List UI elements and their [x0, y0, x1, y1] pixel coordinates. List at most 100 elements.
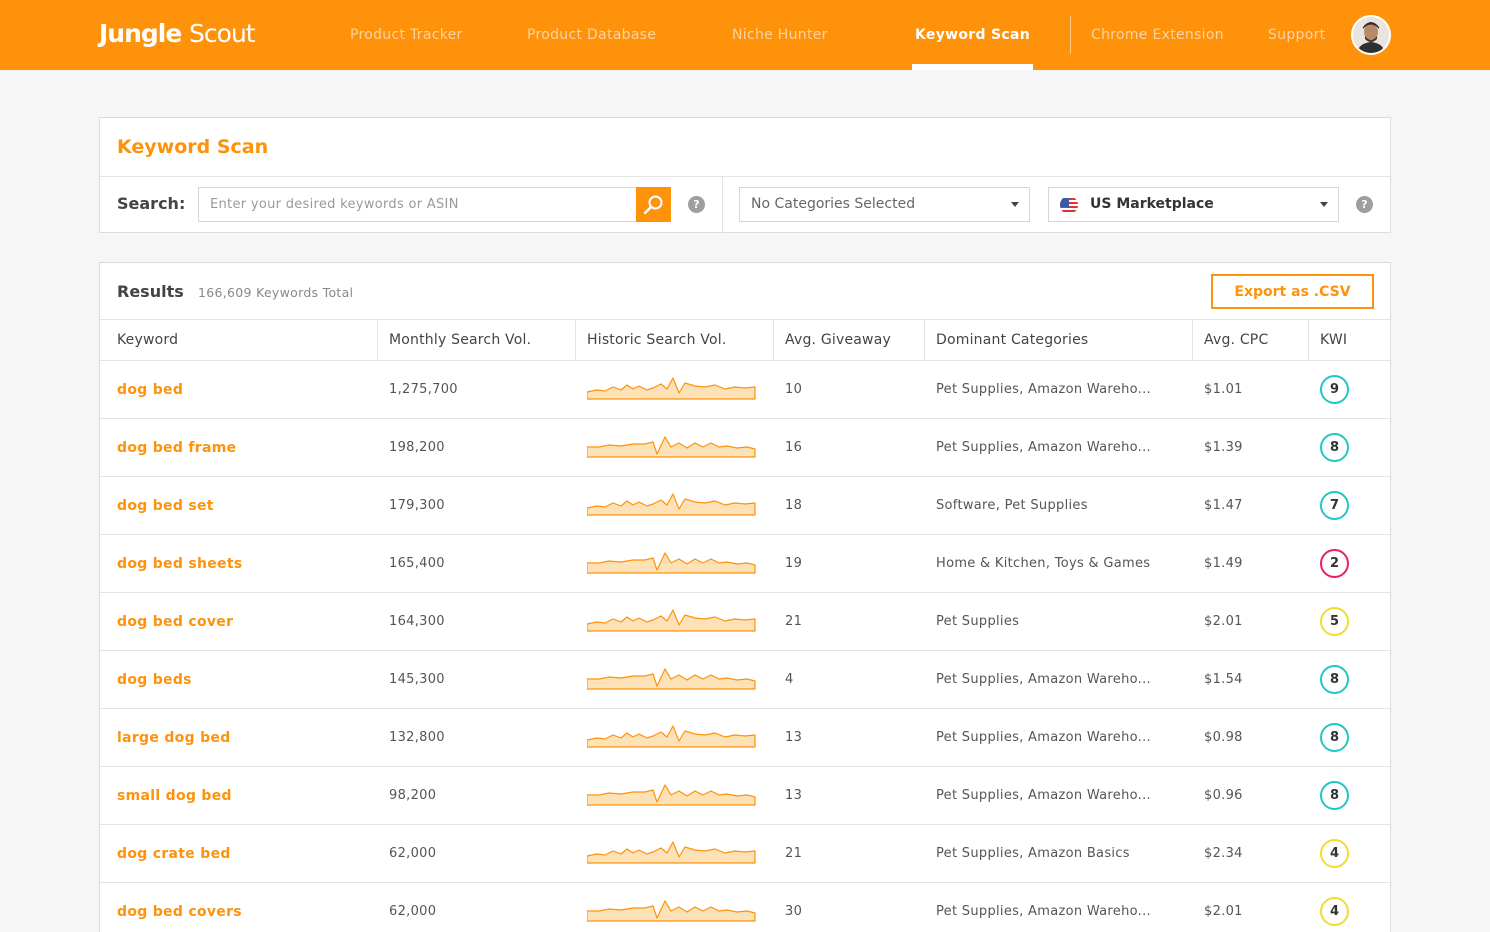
avg-cpc: $2.01	[1204, 614, 1243, 629]
dominant-categories: Pet Supplies, Amazon Wareho...	[936, 672, 1151, 687]
kwi-badge: 4	[1320, 839, 1349, 868]
avg-giveaway: 10	[785, 382, 803, 397]
column-header-keyword[interactable]: Keyword	[100, 320, 377, 361]
column-header-avg-giveaway[interactable]: Avg. Giveaway	[773, 320, 924, 361]
search-input[interactable]	[198, 187, 636, 222]
divider	[722, 176, 723, 233]
historic-search-sparkline[interactable]	[587, 491, 757, 521]
avg-giveaway: 13	[785, 788, 803, 803]
table-row[interactable]: dog bed cover 164,300 21 Pet Supplies $2.01 5	[100, 593, 1390, 651]
table-row[interactable]: dog bed covers 62,000 30 Pet Supplies, Amaz…	[100, 883, 1390, 932]
table-row[interactable]: dog bed sheets 165,400 19 Home & Kitchen, T…	[100, 535, 1390, 593]
table-row[interactable]: large dog bed 132,800 13 Pet Supplies, Amaz…	[100, 709, 1390, 767]
historic-search-sparkline[interactable]	[587, 607, 757, 637]
keyword-link[interactable]: dog bed sheets	[117, 535, 242, 593]
monthly-search-volume: 132,800	[389, 730, 445, 745]
category-select[interactable]: No Categories Selected	[739, 187, 1030, 222]
historic-search-sparkline[interactable]	[587, 897, 757, 927]
results-panel: Results 166,609 Keywords Total Export as…	[99, 262, 1391, 932]
nav-product-tracker[interactable]: Product Tracker	[350, 0, 463, 70]
dominant-categories: Pet Supplies, Amazon Basics	[936, 846, 1130, 861]
keyword-link[interactable]: dog bed frame	[117, 419, 236, 477]
logo-bold: Jungle	[99, 19, 182, 48]
dominant-categories: Home & Kitchen, Toys & Games	[936, 556, 1151, 571]
dominant-categories: Pet Supplies, Amazon Wareho...	[936, 788, 1151, 803]
table-row[interactable]: dog bed set 179,300 18 Software, Pet Suppli…	[100, 477, 1390, 535]
category-select-value: No Categories Selected	[751, 196, 916, 212]
avg-cpc: $0.96	[1204, 788, 1243, 803]
kwi-badge: 8	[1320, 781, 1349, 810]
search-label: Search:	[117, 194, 186, 213]
monthly-search-volume: 164,300	[389, 614, 445, 629]
avg-giveaway: 13	[785, 730, 803, 745]
historic-search-sparkline[interactable]	[587, 375, 757, 405]
table-row[interactable]: dog bed frame 198,200 16 Pet Supplies, Amaz…	[100, 419, 1390, 477]
dominant-categories: Software, Pet Supplies	[936, 498, 1088, 513]
avg-giveaway: 18	[785, 498, 803, 513]
avg-giveaway: 21	[785, 614, 803, 629]
divider	[100, 176, 1390, 177]
table-row[interactable]: small dog bed 98,200 13 Pet Supplies, Amazo…	[100, 767, 1390, 825]
kwi-badge: 4	[1320, 897, 1349, 926]
keyword-link[interactable]: large dog bed	[117, 709, 231, 767]
historic-search-sparkline[interactable]	[587, 433, 757, 463]
column-header-dominant-categories[interactable]: Dominant Categories	[924, 320, 1192, 361]
table-row[interactable]: dog beds 145,300 4 Pet Supplies, Amazon War…	[100, 651, 1390, 709]
results-count: 166,609 Keywords Total	[198, 285, 354, 300]
avg-giveaway: 4	[785, 672, 794, 687]
keyword-link[interactable]: dog bed set	[117, 477, 214, 535]
search-help-icon[interactable]: ?	[688, 196, 705, 213]
monthly-search-volume: 198,200	[389, 440, 445, 455]
historic-search-sparkline[interactable]	[587, 781, 757, 811]
nav-support[interactable]: Support	[1268, 0, 1325, 70]
historic-search-sparkline[interactable]	[587, 549, 757, 579]
dominant-categories: Pet Supplies, Amazon Wareho...	[936, 382, 1151, 397]
avg-cpc: $2.01	[1204, 904, 1243, 919]
column-header-avg-cpc[interactable]: Avg. CPC	[1192, 320, 1308, 361]
avg-cpc: $0.98	[1204, 730, 1243, 745]
marketplace-help-icon[interactable]: ?	[1356, 196, 1373, 213]
nav-divider	[1070, 16, 1071, 54]
kwi-badge: 2	[1320, 549, 1349, 578]
avg-cpc: $1.47	[1204, 498, 1243, 513]
column-header-monthly-search[interactable]: Monthly Search Vol.	[377, 320, 575, 361]
page-title: Keyword Scan	[117, 136, 269, 158]
keyword-link[interactable]: small dog bed	[117, 767, 232, 825]
monthly-search-volume: 98,200	[389, 788, 437, 803]
logo-light: Scout	[189, 19, 256, 48]
user-avatar[interactable]	[1351, 15, 1391, 55]
avg-cpc: $1.54	[1204, 672, 1243, 687]
export-csv-button[interactable]: Export as .CSV	[1211, 274, 1374, 309]
nav-product-database[interactable]: Product Database	[527, 0, 656, 70]
nav-keyword-scan[interactable]: Keyword Scan	[915, 0, 1030, 70]
keyword-link[interactable]: dog bed cover	[117, 593, 233, 651]
historic-search-sparkline[interactable]	[587, 723, 757, 753]
historic-search-sparkline[interactable]	[587, 839, 757, 869]
keyword-link[interactable]: dog bed	[117, 361, 183, 419]
table-row[interactable]: dog bed 1,275,700 10 Pet Supplies, Amazon W…	[100, 361, 1390, 419]
marketplace-select[interactable]: US Marketplace	[1048, 187, 1339, 222]
avg-giveaway: 21	[785, 846, 803, 861]
kwi-badge: 8	[1320, 433, 1349, 462]
column-header-kwi[interactable]: KWI	[1308, 320, 1390, 361]
kwi-badge: 7	[1320, 491, 1349, 520]
column-header-historic-search[interactable]: Historic Search Vol.	[575, 320, 773, 361]
historic-search-sparkline[interactable]	[587, 665, 757, 695]
avg-giveaway: 16	[785, 440, 803, 455]
keyword-link[interactable]: dog beds	[117, 651, 192, 709]
table-header: Keyword Monthly Search Vol. Historic Sea…	[100, 319, 1390, 361]
keyword-link[interactable]: dog crate bed	[117, 825, 231, 883]
nav-chrome-extension[interactable]: Chrome Extension	[1091, 0, 1224, 70]
jungle-scout-logo[interactable]: Jungle Scout	[99, 17, 256, 51]
keyword-link[interactable]: dog bed covers	[117, 883, 242, 932]
top-navigation: Jungle Scout Product Tracker Product Dat…	[0, 0, 1490, 70]
active-tab-indicator	[912, 64, 1033, 70]
avg-cpc: $2.34	[1204, 846, 1243, 861]
kwi-badge: 8	[1320, 665, 1349, 694]
search-button[interactable]	[636, 187, 671, 222]
kwi-badge: 8	[1320, 723, 1349, 752]
table-row[interactable]: dog crate bed 62,000 21 Pet Supplies, Amazo…	[100, 825, 1390, 883]
avg-giveaway: 30	[785, 904, 803, 919]
nav-niche-hunter[interactable]: Niche Hunter	[732, 0, 828, 70]
chevron-down-icon	[1011, 202, 1019, 207]
